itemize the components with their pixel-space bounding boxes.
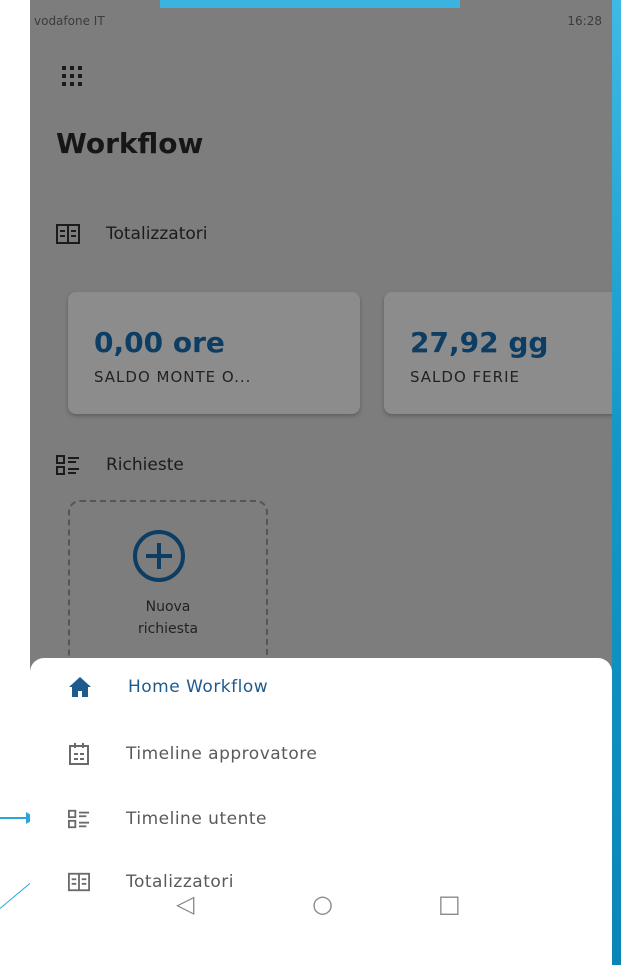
list-icon (68, 809, 90, 829)
recent-apps-nav-button[interactable]: □ (438, 890, 461, 918)
menu-item-timeline-approvatore[interactable]: Timeline approvatore (68, 742, 317, 766)
android-nav-bar: ◁ ○ □ (30, 890, 612, 950)
menu-item-timeline-utente[interactable]: Timeline utente (68, 808, 267, 830)
phone-screen: vodafone IT 16:28 Workflow Totalizzatori… (30, 0, 612, 965)
status-time: 16:28 (567, 14, 602, 28)
plus-circle-icon (133, 530, 185, 582)
richieste-section-header: Richieste (56, 454, 184, 476)
card-value: 27,92 gg (410, 326, 549, 359)
totalizer-card[interactable]: 27,92 gg SALDO FERIE (384, 292, 612, 414)
page-title: Workflow (56, 127, 204, 160)
card-label: SALDO FERIE (410, 368, 520, 386)
menu-item-label: Timeline utente (126, 809, 267, 829)
menu-item-totalizzatori[interactable]: Totalizzatori (68, 872, 234, 892)
menu-item-label: Timeline approvatore (126, 744, 318, 764)
table-icon (56, 224, 80, 244)
table-icon (68, 872, 90, 892)
calendar-icon (69, 743, 89, 765)
home-icon (69, 677, 91, 697)
menu-item-label: Home Workflow (128, 677, 269, 697)
totalizzatori-section-header: Totalizzatori (56, 224, 207, 244)
richieste-label: Richieste (106, 455, 184, 475)
apps-grid-icon[interactable] (62, 66, 82, 86)
slide-top-decoration (160, 0, 460, 8)
pointer-arrow-line (0, 817, 28, 819)
card-value: 0,00 ore (94, 326, 225, 359)
menu-item-home-workflow[interactable]: Home Workflow (68, 676, 268, 698)
home-nav-button[interactable]: ○ (312, 890, 333, 918)
card-label: SALDO MONTE O... (94, 368, 252, 386)
new-request-label: Nuova richiesta (137, 599, 199, 637)
bottom-sheet-menu: Home Workflow Timeline approvatore Timel… (30, 658, 612, 965)
menu-item-label: Totalizzatori (126, 872, 234, 892)
status-carrier: vodafone IT (34, 14, 105, 28)
totalizer-card[interactable]: 0,00 ore SALDO MONTE O... (68, 292, 360, 414)
totalizzatori-label: Totalizzatori (106, 224, 208, 244)
back-nav-button[interactable]: ◁ (176, 890, 194, 918)
list-icon (56, 455, 79, 475)
new-request-button[interactable]: Nuova richiesta (68, 500, 268, 674)
